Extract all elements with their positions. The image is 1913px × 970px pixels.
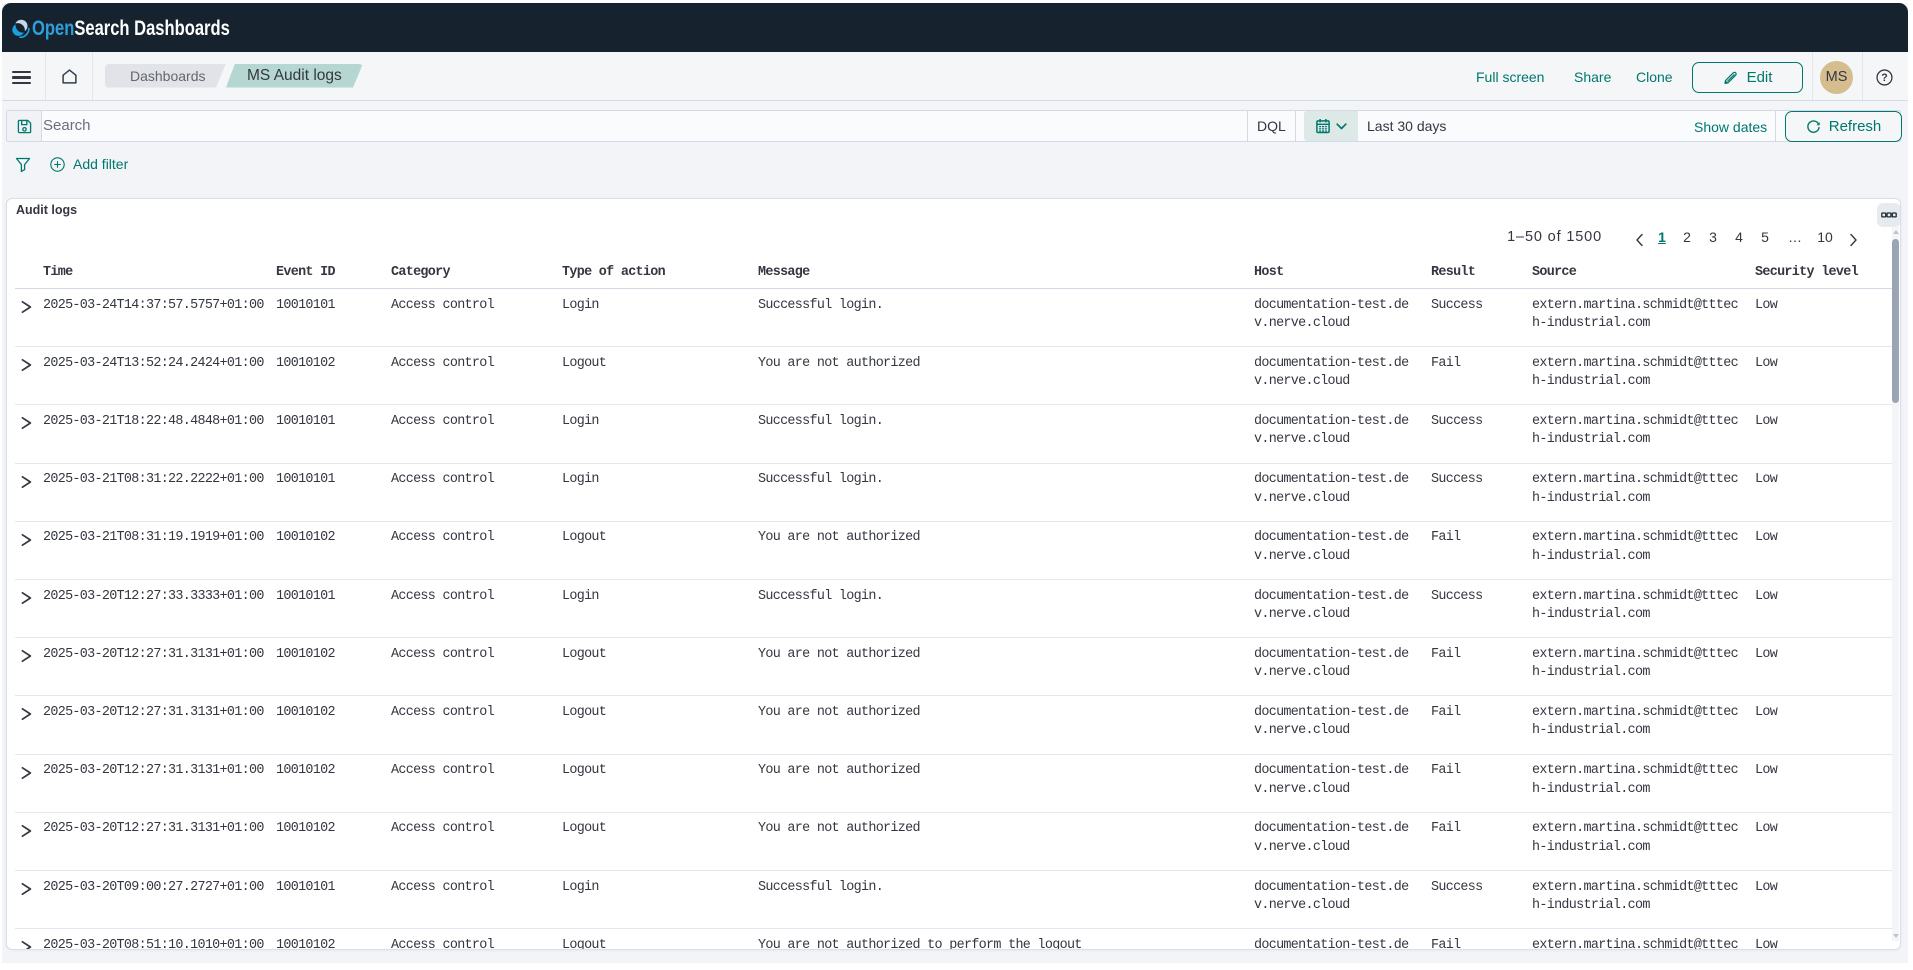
svg-text:?: ?	[1881, 72, 1887, 84]
